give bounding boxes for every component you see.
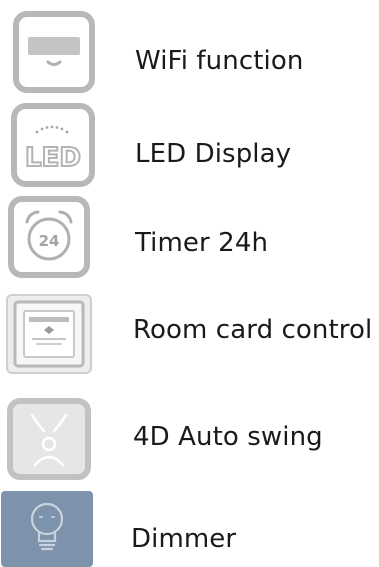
room-card-slot-icon bbox=[4, 292, 94, 376]
feature-label: Dimmer bbox=[131, 524, 237, 554]
light-bulb-icon bbox=[1, 491, 93, 567]
wifi-ac-unit-icon bbox=[12, 10, 96, 94]
feature-label: 4D Auto swing bbox=[133, 422, 323, 452]
feature-label: Room card control bbox=[133, 315, 373, 345]
svg-text:24: 24 bbox=[39, 232, 60, 250]
svg-text:LED: LED bbox=[25, 143, 81, 173]
feature-label: WiFi function bbox=[135, 46, 304, 76]
alarm-clock-24-icon: 24 bbox=[7, 195, 91, 279]
feature-label: Timer 24h bbox=[135, 228, 269, 258]
auto-swing-icon bbox=[6, 397, 92, 481]
led-display-icon: LED bbox=[10, 102, 96, 188]
feature-label: LED Display bbox=[135, 139, 292, 169]
